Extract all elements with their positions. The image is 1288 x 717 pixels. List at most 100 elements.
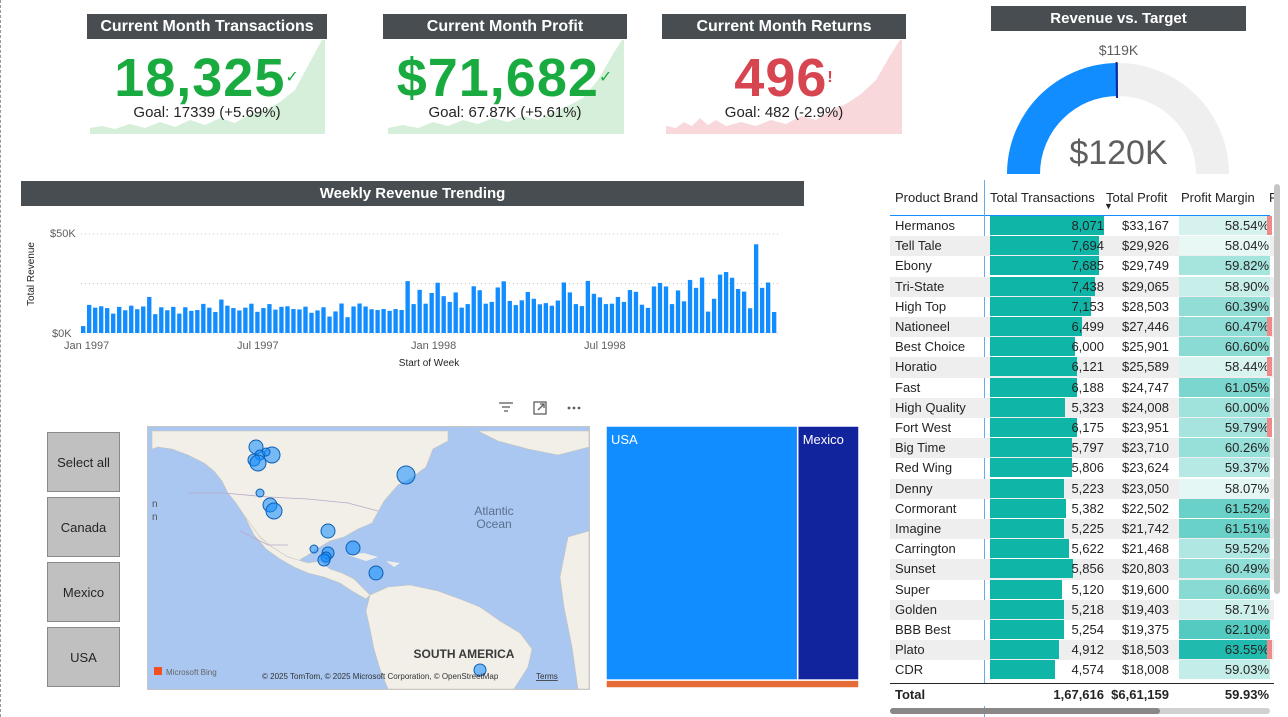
treemap-visual[interactable]: USA Mexico bbox=[605, 425, 860, 689]
table-row[interactable]: Fort West 6,175 $23,951 59.79% bbox=[890, 418, 1274, 438]
weekly-revenue-bar[interactable] bbox=[435, 282, 440, 333]
weekly-revenue-bar[interactable] bbox=[363, 306, 368, 333]
weekly-revenue-bar[interactable] bbox=[651, 286, 657, 333]
weekly-revenue-bar[interactable] bbox=[669, 304, 675, 333]
weekly-revenue-bar[interactable] bbox=[297, 309, 302, 333]
slicer-mexico-button[interactable]: Mexico bbox=[47, 562, 120, 622]
weekly-revenue-bar[interactable] bbox=[177, 313, 182, 333]
weekly-revenue-bar[interactable] bbox=[675, 290, 681, 333]
weekly-revenue-bar[interactable] bbox=[735, 289, 741, 333]
weekly-revenue-bar[interactable] bbox=[681, 301, 687, 333]
table-row[interactable]: Tell Tale 7,694 $29,926 58.04% bbox=[890, 236, 1274, 257]
table-row[interactable]: Golden 5,218 $19,403 58.71% bbox=[890, 599, 1274, 620]
column-header-transactions[interactable]: Total Transactions bbox=[990, 190, 1095, 205]
weekly-revenue-bar[interactable] bbox=[171, 306, 176, 333]
weekly-revenue-bar[interactable] bbox=[279, 306, 284, 333]
weekly-revenue-bar[interactable] bbox=[519, 300, 524, 333]
table-row[interactable]: Best Choice 6,000 $25,901 60.60% bbox=[890, 337, 1274, 357]
weekly-revenue-bar[interactable] bbox=[621, 301, 627, 333]
weekly-revenue-bar[interactable] bbox=[711, 298, 717, 333]
weekly-revenue-bar[interactable] bbox=[429, 293, 434, 333]
weekly-revenue-bar[interactable] bbox=[333, 311, 338, 333]
weekly-revenue-bar[interactable] bbox=[591, 293, 597, 333]
slicer-canada-button[interactable]: Canada bbox=[47, 497, 120, 557]
weekly-revenue-bar[interactable] bbox=[357, 303, 362, 334]
slicer-select-all-button[interactable]: Select all bbox=[47, 432, 120, 492]
weekly-revenue-bar[interactable] bbox=[423, 303, 428, 333]
weekly-revenue-bar[interactable] bbox=[129, 305, 134, 333]
weekly-revenue-bar[interactable] bbox=[351, 306, 356, 333]
weekly-revenue-bar[interactable] bbox=[93, 307, 98, 333]
weekly-revenue-bar[interactable] bbox=[237, 310, 242, 333]
weekly-revenue-bar[interactable] bbox=[555, 300, 561, 333]
gauge-card[interactable]: Revenue vs. Target $119K $120K bbox=[991, 6, 1246, 176]
weekly-revenue-bar[interactable] bbox=[393, 309, 398, 333]
weekly-revenue-bar[interactable] bbox=[573, 304, 579, 333]
weekly-revenue-bar[interactable] bbox=[165, 310, 170, 333]
weekly-revenue-bar[interactable] bbox=[507, 300, 512, 333]
weekly-revenue-bar[interactable] bbox=[549, 305, 554, 333]
weekly-revenue-bar[interactable] bbox=[183, 307, 188, 333]
table-row[interactable]: BBB Best 5,254 $19,375 62.10% bbox=[890, 620, 1274, 640]
weekly-revenue-bar[interactable] bbox=[441, 296, 446, 333]
weekly-revenue-bar[interactable] bbox=[117, 306, 122, 333]
weekly-revenue-bar[interactable] bbox=[477, 290, 482, 333]
treemap-chart[interactable]: USA Mexico bbox=[605, 425, 860, 689]
weekly-revenue-bar[interactable] bbox=[471, 286, 476, 333]
kpi-card-transactions[interactable]: Current Month Transactions 18,325✓ Goal:… bbox=[87, 14, 327, 136]
weekly-revenue-bar[interactable] bbox=[699, 277, 705, 333]
table-row[interactable]: High Quality 5,323 $24,008 60.00% bbox=[890, 397, 1274, 418]
table-row[interactable]: Red Wing 5,806 $23,624 59.37% bbox=[890, 458, 1274, 478]
weekly-revenue-bar[interactable] bbox=[609, 303, 615, 333]
weekly-revenue-bar[interactable] bbox=[135, 309, 140, 333]
weekly-revenue-bar[interactable] bbox=[273, 309, 278, 333]
table-row[interactable]: Imagine 5,225 $21,742 61.51% bbox=[890, 519, 1274, 540]
weekly-revenue-bar[interactable] bbox=[81, 326, 86, 333]
weekly-revenue-bar[interactable] bbox=[579, 306, 585, 333]
weekly-revenue-bar[interactable] bbox=[747, 308, 753, 333]
weekly-revenue-bar[interactable] bbox=[339, 303, 344, 334]
weekly-revenue-bar[interactable] bbox=[405, 281, 410, 333]
weekly-revenue-bar[interactable] bbox=[729, 277, 735, 333]
weekly-revenue-bar[interactable] bbox=[657, 282, 663, 333]
weekly-revenue-bar[interactable] bbox=[759, 287, 765, 333]
more-options-icon[interactable] bbox=[562, 400, 586, 420]
weekly-revenue-bar[interactable] bbox=[615, 296, 621, 333]
weekly-revenue-bar[interactable] bbox=[381, 309, 386, 333]
weekly-revenue-bar[interactable] bbox=[111, 313, 116, 333]
weekly-revenue-bar[interactable] bbox=[291, 309, 296, 333]
horizontal-scrollbar-thumb[interactable] bbox=[890, 708, 1160, 714]
weekly-revenue-bar[interactable] bbox=[663, 286, 669, 333]
weekly-revenue-bar[interactable] bbox=[153, 314, 158, 333]
weekly-revenue-bar[interactable] bbox=[717, 274, 723, 333]
weekly-revenue-bar[interactable] bbox=[369, 309, 374, 333]
weekly-revenue-bar[interactable] bbox=[123, 310, 128, 333]
weekly-revenue-bar[interactable] bbox=[249, 303, 254, 333]
weekly-revenue-bar[interactable] bbox=[501, 281, 506, 333]
table-row[interactable]: Super 5,120 $19,600 60.66% bbox=[890, 579, 1274, 600]
weekly-revenue-bar[interactable] bbox=[723, 272, 729, 333]
column-header-brand[interactable]: Product Brand bbox=[895, 190, 978, 205]
table-row[interactable]: Carrington 5,622 $21,468 59.52% bbox=[890, 539, 1274, 559]
table-row[interactable]: Cormorant 5,382 $22,502 61.52% bbox=[890, 498, 1274, 519]
table-row[interactable]: Sunset 5,856 $20,803 60.49% bbox=[890, 559, 1274, 580]
weekly-revenue-bar[interactable] bbox=[147, 296, 152, 333]
kpi-card-returns[interactable]: Current Month Returns 496! Goal: 482 (-2… bbox=[662, 14, 906, 136]
weekly-revenue-bar[interactable] bbox=[453, 292, 458, 333]
weekly-revenue-bar[interactable] bbox=[765, 282, 771, 333]
weekly-revenue-bar[interactable] bbox=[693, 287, 699, 333]
table-row[interactable]: Nationeel 6,499 $27,446 60.47% bbox=[890, 317, 1274, 338]
weekly-revenue-bar[interactable] bbox=[315, 310, 320, 333]
weekly-revenue-bar[interactable] bbox=[417, 289, 422, 333]
weekly-revenue-bar[interactable] bbox=[243, 307, 248, 333]
weekly-revenue-bar[interactable] bbox=[261, 308, 266, 333]
table-row[interactable]: Fast 6,188 $24,747 61.05% bbox=[890, 377, 1274, 398]
weekly-revenue-bar[interactable] bbox=[225, 305, 230, 333]
table-row[interactable]: Big Time 5,797 $23,710 60.26% bbox=[890, 438, 1274, 459]
weekly-revenue-chart[interactable]: $50K $0K Jan 1997 Jul 1997 Jan 1998 Jul … bbox=[21, 212, 804, 377]
weekly-revenue-bar[interactable] bbox=[705, 311, 711, 333]
weekly-revenue-bar[interactable] bbox=[321, 307, 326, 333]
weekly-revenue-bar[interactable] bbox=[309, 312, 314, 333]
weekly-revenue-bar[interactable] bbox=[687, 279, 693, 333]
weekly-revenue-bar[interactable] bbox=[201, 303, 206, 333]
